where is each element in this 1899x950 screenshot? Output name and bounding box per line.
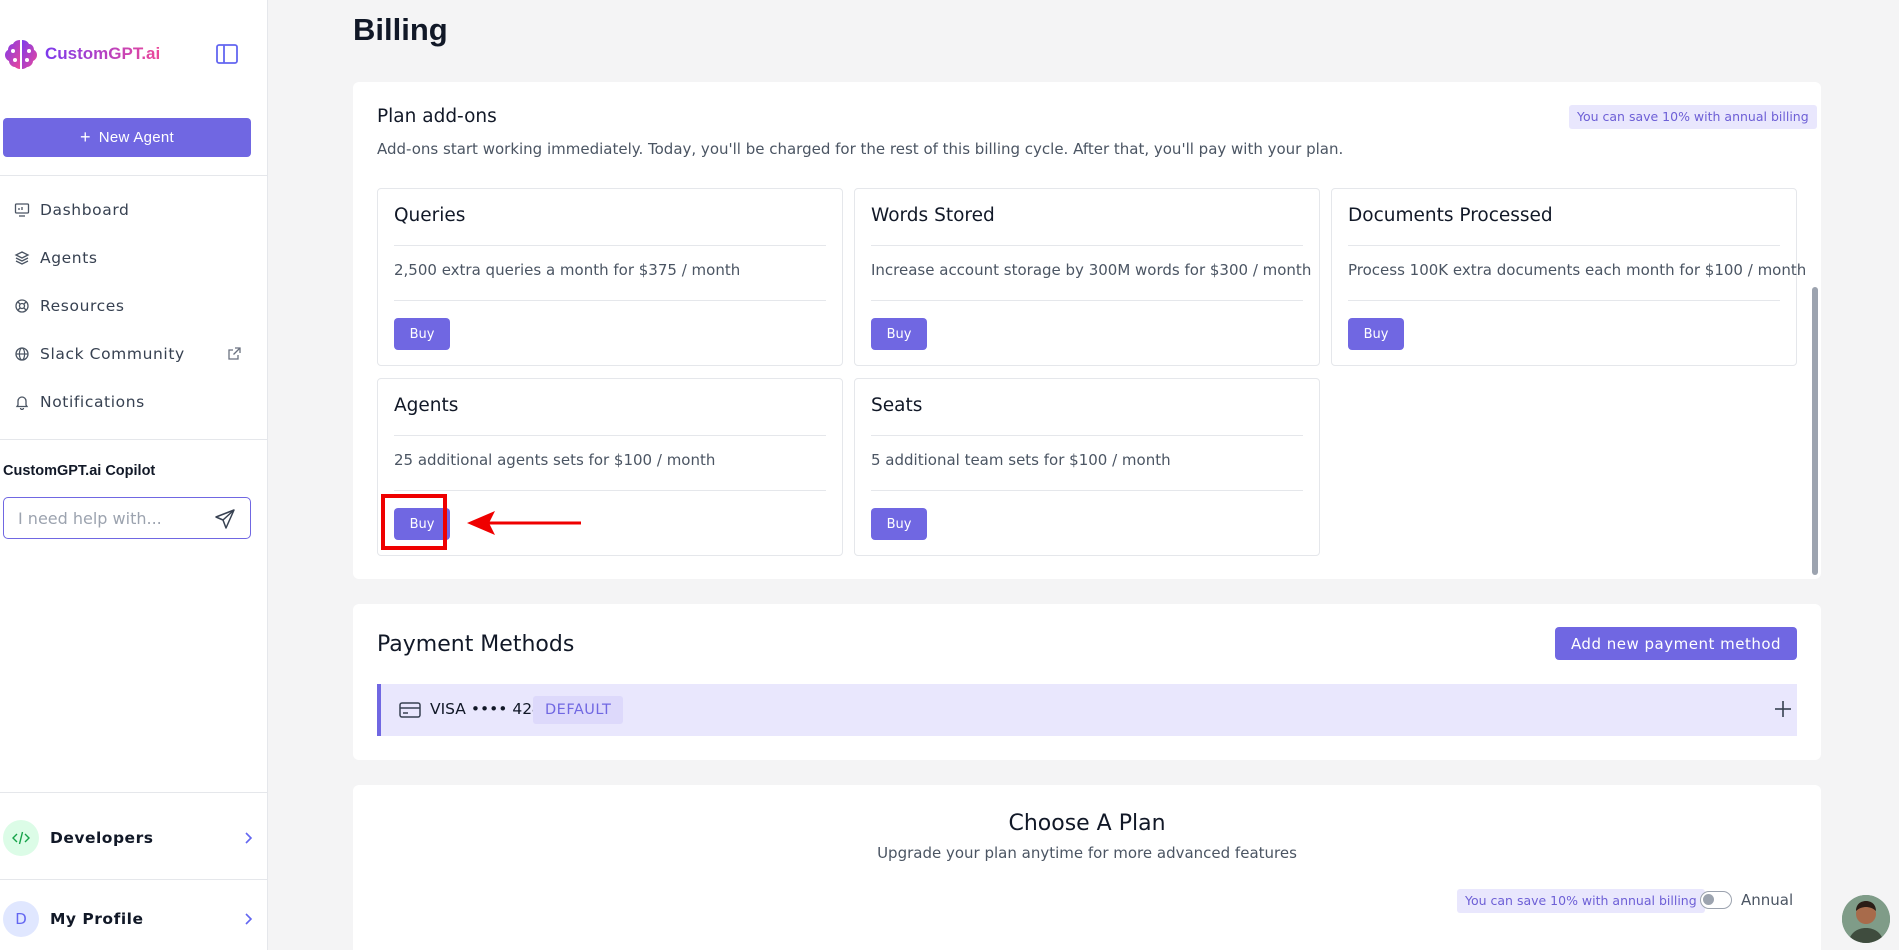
- brain-logo-icon: [5, 40, 37, 69]
- addon-seats: Seats 5 additional team sets for $100 / …: [854, 378, 1320, 556]
- addon-queries: Queries 2,500 extra queries a month for …: [377, 188, 843, 366]
- dashboard-icon: [14, 203, 30, 217]
- chevron-right-icon: [245, 832, 253, 844]
- addons-subtitle: Add-ons start working immediately. Today…: [377, 140, 1344, 158]
- payment-methods-card: Payment Methods Add new payment method V…: [353, 604, 1821, 760]
- plan-addons-card: Plan add-ons Add-ons start working immed…: [353, 82, 1821, 579]
- highlight-box: [381, 494, 447, 550]
- addon-divider: [871, 490, 1303, 491]
- sidebar-toggle-icon[interactable]: [216, 44, 238, 64]
- addon-divider: [871, 245, 1303, 246]
- brand-logo[interactable]: CustomGPT.ai: [3, 36, 160, 72]
- addon-description: 5 additional team sets for $100 / month: [871, 451, 1171, 469]
- chevron-right-icon: [245, 913, 253, 925]
- addon-divider: [394, 245, 826, 246]
- addon-title: Documents Processed: [1348, 205, 1553, 226]
- payment-methods-title: Payment Methods: [377, 632, 575, 657]
- choose-plan-title: Choose A Plan: [1008, 811, 1166, 836]
- annual-savings-badge: You can save 10% with annual billing: [1569, 105, 1817, 129]
- page-title: Billing: [353, 12, 448, 47]
- new-agent-label: New Agent: [98, 129, 175, 146]
- addon-documents-processed: Documents Processed Process 100K extra d…: [1331, 188, 1806, 366]
- buy-documents-processed-button[interactable]: Buy: [1348, 318, 1404, 350]
- addon-divider: [871, 435, 1303, 436]
- sidebar-item-dashboard[interactable]: Dashboard: [14, 198, 130, 222]
- scrollbar[interactable]: [1812, 287, 1818, 575]
- addon-title: Seats: [871, 395, 923, 416]
- addon-description: Process 100K extra documents each month …: [1348, 261, 1807, 279]
- addon-title: Agents: [394, 395, 459, 416]
- addon-divider: [394, 490, 826, 491]
- add-payment-method-button[interactable]: Add new payment method: [1555, 627, 1797, 660]
- addon-title: Words Stored: [871, 205, 995, 226]
- addon-divider: [1348, 245, 1780, 246]
- addon-divider: [394, 300, 826, 301]
- sidebar-item-label: Notifications: [40, 393, 145, 411]
- default-badge: DEFAULT: [533, 696, 624, 724]
- choose-plan-subtitle: Upgrade your plan anytime for more advan…: [877, 844, 1297, 862]
- my-profile-menu[interactable]: D My Profile: [3, 900, 255, 938]
- code-icon: [3, 820, 39, 856]
- sidebar: CustomGPT.ai + New Agent Dashboard Agent…: [0, 0, 268, 950]
- plus-icon[interactable]: [1774, 700, 1792, 718]
- sidebar-divider: [0, 175, 267, 176]
- person-avatar-icon: [1842, 895, 1890, 943]
- developers-label: Developers: [50, 829, 154, 847]
- brand-name: CustomGPT.ai: [45, 44, 161, 63]
- external-link-icon[interactable]: [226, 346, 242, 362]
- lifebuoy-icon: [15, 299, 29, 313]
- sidebar-item-agents[interactable]: Agents: [14, 246, 98, 270]
- my-profile-label: My Profile: [50, 910, 144, 928]
- annotation-arrow-icon: [467, 511, 581, 535]
- addons-title: Plan add-ons: [377, 106, 497, 127]
- avatar: D: [3, 901, 39, 937]
- bell-icon: [15, 396, 29, 410]
- addon-divider: [1348, 300, 1780, 301]
- toggle-knob: [1703, 894, 1714, 905]
- addon-divider: [871, 300, 1303, 301]
- sidebar-item-notifications[interactable]: Notifications: [14, 390, 145, 414]
- sidebar-item-label: Dashboard: [40, 201, 130, 219]
- sidebar-item-label: Agents: [40, 249, 98, 267]
- buy-words-stored-button[interactable]: Buy: [871, 318, 927, 350]
- annual-label: Annual: [1741, 891, 1794, 909]
- choose-plan-card: Choose A Plan Upgrade your plan anytime …: [353, 785, 1821, 950]
- plus-icon: +: [79, 127, 91, 147]
- addon-divider: [394, 435, 826, 436]
- send-icon[interactable]: [214, 508, 236, 530]
- globe-icon: [15, 347, 29, 361]
- annual-savings-badge: You can save 10% with annual billing: [1457, 889, 1705, 913]
- copilot-input[interactable]: [18, 507, 208, 529]
- buy-seats-button[interactable]: Buy: [871, 508, 927, 540]
- sidebar-divider: [0, 879, 267, 880]
- developers-menu[interactable]: Developers: [3, 819, 255, 857]
- addon-description: Increase account storage by 300M words f…: [871, 261, 1312, 279]
- copilot-input-box: [3, 497, 251, 539]
- buy-queries-button[interactable]: Buy: [394, 318, 450, 350]
- layers-icon: [14, 251, 30, 265]
- sidebar-divider: [0, 439, 267, 440]
- sidebar-item-slack-community[interactable]: Slack Community: [14, 342, 185, 366]
- credit-card-icon: [399, 702, 421, 718]
- addon-words-stored: Words Stored Increase account storage by…: [854, 188, 1320, 366]
- sidebar-divider: [0, 792, 267, 793]
- sidebar-item-label: Resources: [40, 297, 125, 315]
- addon-description: 2,500 extra queries a month for $375 / m…: [394, 261, 741, 279]
- sidebar-item-label: Slack Community: [40, 345, 185, 363]
- annual-billing-toggle[interactable]: [1700, 891, 1732, 909]
- payment-method-row[interactable]: VISA •••• 4242 DEFAULT: [377, 684, 1797, 736]
- addon-title: Queries: [394, 205, 466, 226]
- support-chat-avatar[interactable]: [1842, 895, 1890, 943]
- copilot-title: CustomGPT.ai Copilot: [3, 463, 156, 479]
- sidebar-item-resources[interactable]: Resources: [14, 294, 125, 318]
- addon-description: 25 additional agents sets for $100 / mon…: [394, 451, 716, 469]
- new-agent-button[interactable]: + New Agent: [3, 118, 251, 157]
